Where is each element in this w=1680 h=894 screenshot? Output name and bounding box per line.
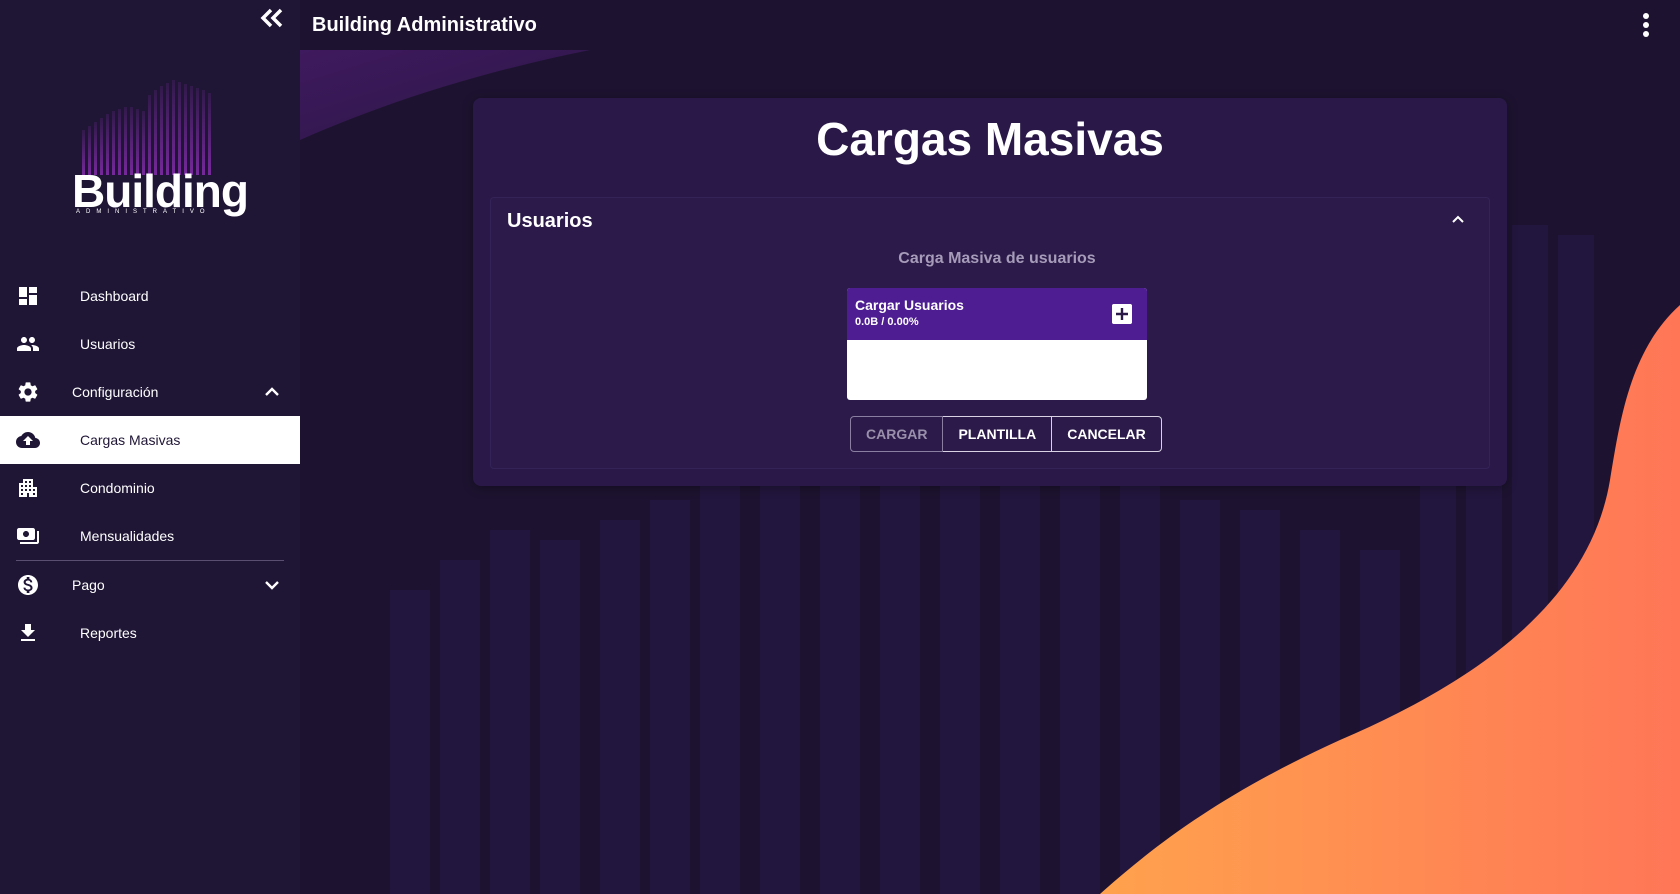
gear-icon <box>18 382 38 402</box>
plantilla-button[interactable]: PLANTILLA <box>943 416 1053 452</box>
panel-title[interactable]: Usuarios <box>507 210 593 233</box>
sidebar-item-label: Condominio <box>80 480 155 496</box>
sidebar: Building ADMINISTRATIVO Dashboard Usuari… <box>0 0 300 894</box>
usuarios-panel: Usuarios Carga Masiva de usuarios Cargar… <box>490 197 1490 469</box>
page-title: Cargas Masivas <box>816 113 1164 165</box>
uploader-header: Cargar Usuarios 0.0B / 0.00% <box>847 288 1147 340</box>
users-icon <box>17 337 39 351</box>
logo-graphic <box>82 80 211 175</box>
logo-subtext: ADMINISTRATIVO <box>76 209 211 215</box>
sidebar-item-pago[interactable]: Pago <box>0 561 300 609</box>
dashboard-icon <box>19 287 37 305</box>
sidebar-item-condominio[interactable]: Condominio <box>0 464 300 512</box>
sidebar-item-configuracion[interactable]: Configuración <box>0 368 300 416</box>
payments-icon <box>17 528 39 544</box>
chevron-up-icon[interactable] <box>1446 208 1470 232</box>
app-title: Building Administrativo <box>312 14 537 36</box>
building-logo: Building ADMINISTRATIVO <box>68 80 249 220</box>
sidebar-item-label: Mensualidades <box>80 528 175 544</box>
download-icon <box>21 624 35 641</box>
chevron-up-icon <box>265 387 279 396</box>
main-card: Cargas Masivas Usuarios Carga Masiva de … <box>473 98 1507 486</box>
cloud-upload-icon <box>16 432 40 448</box>
uploader-progress: 0.0B / 0.00% <box>855 316 919 328</box>
sidebar-item-mensualidades[interactable]: Mensualidades <box>0 512 300 560</box>
file-uploader[interactable]: Cargar Usuarios 0.0B / 0.00% <box>847 288 1147 400</box>
panel-subtitle: Carga Masiva de usuarios <box>898 250 1096 267</box>
sidebar-item-label: Dashboard <box>80 288 149 304</box>
chevron-down-icon <box>265 581 279 590</box>
collapse-sidebar-icon[interactable] <box>258 6 286 32</box>
building-icon <box>19 479 37 497</box>
sidebar-item-label: Usuarios <box>80 336 136 352</box>
uploader-title: Cargar Usuarios <box>855 297 964 313</box>
sidebar-item-label: Pago <box>72 577 105 593</box>
add-file-icon[interactable] <box>1112 304 1132 324</box>
sidebar-item-label: Configuración <box>72 384 159 400</box>
sidebar-item-usuarios[interactable]: Usuarios <box>0 320 300 368</box>
sidebar-item-cargas-masivas[interactable]: Cargas Masivas <box>0 416 300 464</box>
sidebar-item-label: Cargas Masivas <box>80 432 181 448</box>
cargar-button[interactable]: CARGAR <box>850 416 944 452</box>
action-buttons: CARGAR PLANTILLA CANCELAR <box>850 416 1162 452</box>
more-vert-icon[interactable] <box>1636 10 1656 40</box>
sidebar-item-dashboard[interactable]: Dashboard <box>0 272 300 320</box>
sidebar-nav: Dashboard Usuarios Configuración Cargas … <box>0 272 300 657</box>
sidebar-item-reportes[interactable]: Reportes <box>0 609 300 657</box>
dollar-icon <box>18 575 38 595</box>
sidebar-item-label: Reportes <box>80 625 137 641</box>
cancelar-button[interactable]: CANCELAR <box>1052 416 1162 452</box>
